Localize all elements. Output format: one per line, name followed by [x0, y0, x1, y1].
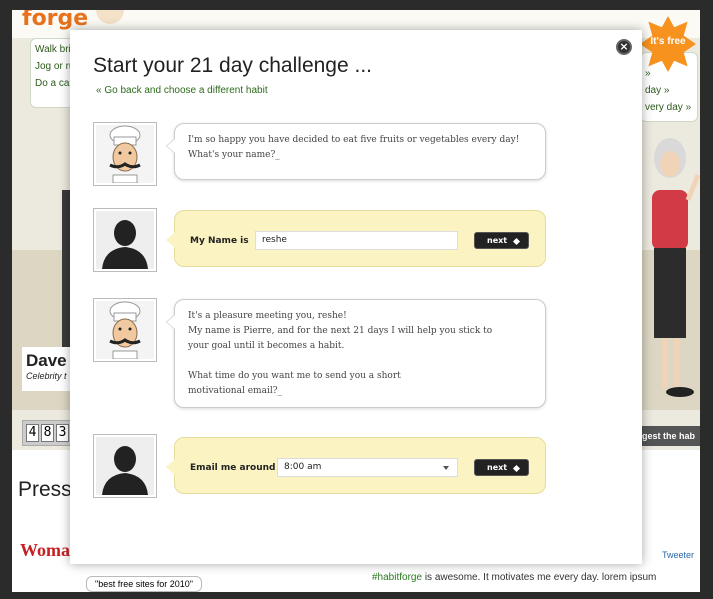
tweet: #habitforge is awesome. It motivates me … — [372, 572, 672, 583]
next-arrow-icon — [512, 237, 521, 246]
tweeter-label: Tweeter — [662, 550, 695, 560]
name-next-button[interactable]: next — [474, 232, 529, 249]
email-time-label: Email me around — [190, 463, 276, 473]
counter-digit: 3 — [56, 424, 69, 442]
name-form: My Name is reshe next — [166, 210, 546, 267]
next-label: next — [487, 236, 508, 245]
next-arrow-icon — [512, 464, 521, 473]
woman-figure — [652, 138, 700, 397]
email-time-select[interactable]: 8:00 am — [277, 458, 458, 477]
site-logo[interactable]: forge — [22, 10, 88, 31]
tweet-hashtag[interactable]: #habitforge — [372, 572, 422, 583]
press-heading: Press — [18, 478, 72, 501]
best-sites-quote: "best free sites for 2010" — [86, 576, 202, 592]
chef-speech-bubble: It's a pleasure meeting you, reshe! My n… — [166, 299, 546, 408]
counter-digit: 4 — [26, 424, 39, 442]
chef-icon — [96, 125, 154, 183]
suggest-habit-button[interactable]: gest the hab — [638, 426, 700, 446]
selected-time: 8:00 am — [284, 462, 322, 472]
chef-speech-bubble: I'm so happy you have decided to eat fiv… — [166, 123, 546, 180]
chef-message-line: I'm so happy you have decided to eat fiv… — [188, 135, 520, 145]
counter-digit: 8 — [41, 424, 54, 442]
chef-message-line: It's a pleasure meeting you, reshe! — [188, 311, 347, 321]
name-input[interactable]: reshe — [255, 231, 458, 250]
modal-title: Start your 21 day challenge ... — [93, 54, 372, 77]
user-avatar — [93, 434, 157, 498]
chef-avatar — [93, 122, 157, 186]
chef-message-line: What time do you want me to send you a s… — [188, 371, 401, 381]
user-silhouette-icon — [96, 211, 154, 269]
chef-message-line: your goal until it becomes a habit. — [188, 341, 345, 351]
chef-icon — [96, 301, 154, 359]
next-label: next — [487, 463, 508, 472]
name-label: My Name is — [190, 236, 249, 246]
task-item[interactable]: day » — [645, 82, 697, 99]
chef-message-line: motivational email?_ — [188, 386, 283, 396]
chef-message-line: My name is Pierre, and for the next 21 d… — [188, 326, 493, 336]
chef-message-line: What's your name?_ — [188, 150, 280, 160]
email-next-button[interactable]: next — [474, 459, 529, 476]
dropdown-arrow-icon — [443, 466, 449, 470]
tweet-text: is awesome. It motivates me every day. l… — [422, 572, 657, 583]
user-silhouette-icon — [96, 437, 154, 495]
task-item[interactable]: very day » — [645, 99, 697, 116]
email-time-form: Email me around 8:00 am next — [166, 437, 546, 494]
user-avatar — [93, 208, 157, 272]
close-button[interactable]: × — [616, 39, 632, 55]
back-link[interactable]: « Go back and choose a different habit — [96, 85, 268, 96]
challenge-modal: × Start your 21 day challenge ... « Go b… — [70, 30, 642, 564]
task-item[interactable]: » — [645, 65, 697, 82]
chef-avatar — [93, 298, 157, 362]
